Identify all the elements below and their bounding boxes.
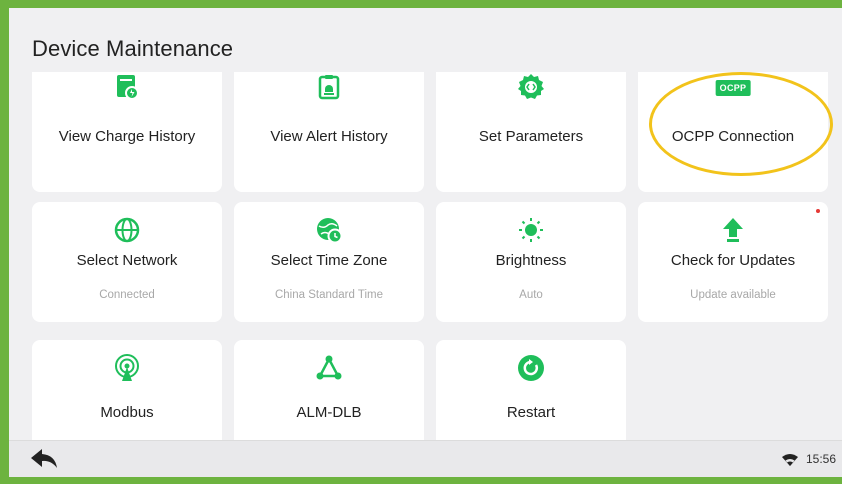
app-frame: Device Maintenance View Charge History V… <box>0 0 842 484</box>
back-arrow-icon[interactable] <box>29 447 59 469</box>
tile-set-parameters[interactable]: Set Parameters <box>436 72 626 192</box>
sun-icon <box>519 218 543 242</box>
tile-label: View Alert History <box>270 128 388 145</box>
settings-gear-icon <box>518 74 544 99</box>
restart-icon <box>518 355 544 381</box>
tile-brightness[interactable]: Brightness Auto <box>436 202 626 322</box>
tile-status: China Standard Time <box>274 289 384 301</box>
tile-status: Auto <box>519 289 543 301</box>
alert-history-icon <box>318 75 340 100</box>
tile-label: View Charge History <box>58 128 196 145</box>
tile-label: Modbus <box>100 404 154 421</box>
tile-label: Select Network <box>76 252 178 269</box>
tile-status: Connected <box>99 289 155 301</box>
tile-label: ALM-DLB <box>296 404 362 421</box>
tile-modbus[interactable]: Modbus <box>32 340 222 450</box>
tile-status: Update available <box>690 289 776 301</box>
wifi-icon <box>782 454 798 466</box>
notification-dot <box>816 209 820 213</box>
highlight-circle <box>649 72 833 176</box>
tile-restart[interactable]: Restart <box>436 340 626 450</box>
tile-view-alert-history[interactable]: View Alert History <box>234 72 424 192</box>
network-globe-icon <box>114 217 140 243</box>
clock: 15:56 <box>805 452 836 466</box>
tile-select-time-zone[interactable]: Select Time Zone China Standard Time <box>234 202 424 322</box>
tile-view-charge-history[interactable]: View Charge History <box>32 72 222 192</box>
tile-label: Select Time Zone <box>270 252 388 269</box>
tile-select-network[interactable]: Select Network Connected <box>32 202 222 322</box>
tile-label: Check for Updates <box>670 252 796 269</box>
tile-label: Brightness <box>495 252 567 269</box>
bottom-status-bar: 15:56 <box>9 440 842 477</box>
tile-alm-dlb[interactable]: ALM-DLB <box>234 340 424 450</box>
tile-label: Set Parameters <box>478 128 584 145</box>
page-title: Device Maintenance <box>32 36 234 61</box>
update-arrow-icon <box>723 218 743 242</box>
tile-label: Restart <box>506 404 556 421</box>
antenna-icon <box>115 354 139 381</box>
timezone-globe-icon <box>317 218 343 244</box>
charge-history-icon <box>117 75 139 100</box>
triangle-nodes-icon <box>316 355 342 380</box>
tile-check-for-updates[interactable]: Check for Updates Update available <box>638 202 828 322</box>
